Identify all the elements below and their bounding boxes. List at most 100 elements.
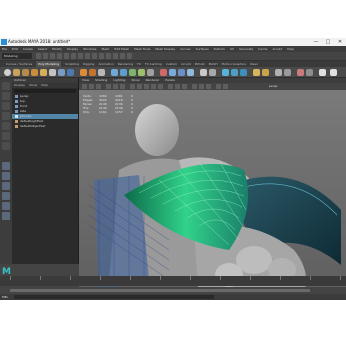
new-scene-icon[interactable] xyxy=(36,53,41,59)
hud-row-uvs: UVs: 1161 1157 0 xyxy=(83,110,147,114)
open-scene-icon[interactable] xyxy=(43,53,48,59)
delete-history-icon[interactable] xyxy=(297,69,304,76)
rotate-tool-icon[interactable] xyxy=(2,122,10,130)
select-hierarchy-icon[interactable] xyxy=(71,53,76,59)
outliner-search-input[interactable] xyxy=(14,89,76,93)
anti-aliasing-icon[interactable] xyxy=(182,84,187,89)
close-button[interactable]: ✕ xyxy=(336,39,344,45)
camera-attributes-icon[interactable] xyxy=(89,84,94,89)
menu-set-dropdown[interactable]: Modeling xyxy=(2,53,32,59)
combine-icon[interactable] xyxy=(80,69,87,76)
append-polygon-icon[interactable] xyxy=(138,69,145,76)
time-slider[interactable] xyxy=(0,276,346,286)
target-weld-icon[interactable] xyxy=(169,69,176,76)
textured-icon[interactable] xyxy=(151,84,156,89)
range-slider[interactable] xyxy=(0,287,346,294)
mirror-icon[interactable] xyxy=(275,69,282,76)
bevel-icon[interactable] xyxy=(111,69,118,76)
poly-torus-icon[interactable] xyxy=(40,69,47,76)
select-component-icon[interactable] xyxy=(85,53,90,59)
bridge-icon[interactable] xyxy=(120,69,127,76)
super-shape-icon[interactable] xyxy=(67,69,74,76)
undo-icon[interactable] xyxy=(57,53,62,59)
isolate-select-icon[interactable] xyxy=(192,84,197,89)
insert-edge-loop-icon[interactable] xyxy=(200,69,207,76)
fill-hole-icon[interactable] xyxy=(147,69,154,76)
persp-outliner-layout-icon[interactable] xyxy=(2,182,10,190)
poly-cylinder-icon[interactable] xyxy=(22,69,29,76)
connect-icon[interactable] xyxy=(178,69,185,76)
shelf-settings-icon[interactable] xyxy=(319,69,326,76)
poly-cube-icon[interactable] xyxy=(13,69,20,76)
outliner-item-label: persp xyxy=(20,94,29,98)
snap-curve-icon[interactable] xyxy=(99,53,104,59)
separate-icon[interactable] xyxy=(89,69,96,76)
render-settings-icon[interactable] xyxy=(127,53,132,59)
poly-sphere-icon[interactable] xyxy=(4,69,11,76)
hypershade-layout-icon[interactable] xyxy=(2,202,10,210)
ipr-render-icon[interactable] xyxy=(120,53,125,59)
automatic-map-icon[interactable] xyxy=(240,69,247,76)
outliner-menu-help[interactable]: Help xyxy=(41,83,48,88)
lights-icon[interactable] xyxy=(158,84,163,89)
four-view-layout-icon[interactable] xyxy=(2,172,10,180)
outliner-item-label: side xyxy=(20,109,27,113)
command-language-label[interactable]: MEL xyxy=(2,294,8,300)
soften-edge-icon[interactable] xyxy=(253,69,260,76)
poly-disc-icon[interactable] xyxy=(58,69,65,76)
poly-cone-icon[interactable] xyxy=(31,69,38,76)
multi-cut-icon[interactable] xyxy=(160,69,167,76)
range-slider-bar[interactable] xyxy=(10,289,310,292)
wireframe-on-shaded-icon[interactable] xyxy=(144,84,149,89)
smooth-shade-icon[interactable] xyxy=(137,84,142,89)
center-pivot-icon[interactable] xyxy=(284,69,291,76)
perspective-viewport[interactable]: View Shading Lighting Show Renderer Pane… xyxy=(79,78,346,300)
xray-icon[interactable] xyxy=(199,84,204,89)
wireframe-icon[interactable] xyxy=(130,84,135,89)
poly-plane-icon[interactable] xyxy=(49,69,56,76)
paint-select-icon[interactable] xyxy=(2,102,10,110)
extrude-icon[interactable] xyxy=(129,69,136,76)
smooth-icon[interactable] xyxy=(98,69,105,76)
maximize-button[interactable]: □ xyxy=(324,39,332,45)
minimize-button[interactable]: — xyxy=(312,39,320,45)
select-object-icon[interactable] xyxy=(78,53,83,59)
snap-grid-icon[interactable] xyxy=(92,53,97,59)
shelf-menu-icon[interactable] xyxy=(330,69,337,76)
outliner-menu-display[interactable]: Display xyxy=(14,83,25,88)
image-plane-icon[interactable] xyxy=(106,84,111,89)
exposure-icon[interactable] xyxy=(223,84,228,89)
shadows-icon[interactable] xyxy=(168,84,173,89)
outliner-item-default-object-set[interactable]: defaultObjectSet xyxy=(12,124,78,129)
persp-graph-layout-icon[interactable] xyxy=(2,192,10,200)
render-icon[interactable] xyxy=(113,53,118,59)
gamma-icon[interactable] xyxy=(216,84,221,89)
save-scene-icon[interactable] xyxy=(50,53,55,59)
freeze-transform-icon[interactable] xyxy=(306,69,313,76)
hud-value: 1161 xyxy=(99,110,107,114)
offset-edge-loop-icon[interactable] xyxy=(209,69,216,76)
camera-icon xyxy=(15,95,18,98)
bookmark-icon[interactable] xyxy=(96,84,101,89)
select-tool-icon[interactable] xyxy=(2,82,10,90)
redo-icon[interactable] xyxy=(64,53,69,59)
grid-icon[interactable] xyxy=(113,84,118,89)
quad-draw-icon[interactable] xyxy=(187,69,194,76)
command-input[interactable] xyxy=(14,295,214,299)
outliner-menu-show[interactable]: Show xyxy=(29,83,37,88)
lasso-tool-icon[interactable] xyxy=(2,92,10,100)
single-view-layout-icon[interactable] xyxy=(2,162,10,170)
harden-edge-icon[interactable] xyxy=(262,69,269,76)
custom-layout-icon[interactable] xyxy=(2,212,10,220)
last-tool-icon[interactable] xyxy=(2,142,10,150)
xray-joints-icon[interactable] xyxy=(206,84,211,89)
film-gate-icon[interactable] xyxy=(120,84,125,89)
scale-tool-icon[interactable] xyxy=(2,132,10,140)
snap-point-icon[interactable] xyxy=(106,53,111,59)
ambient-occlusion-icon[interactable] xyxy=(175,84,180,89)
uv-editor-icon[interactable] xyxy=(222,69,229,76)
move-tool-icon[interactable] xyxy=(2,112,10,120)
planar-map-icon[interactable] xyxy=(231,69,238,76)
status-line: Modeling xyxy=(0,52,346,61)
camera-select-icon[interactable] xyxy=(82,84,87,89)
